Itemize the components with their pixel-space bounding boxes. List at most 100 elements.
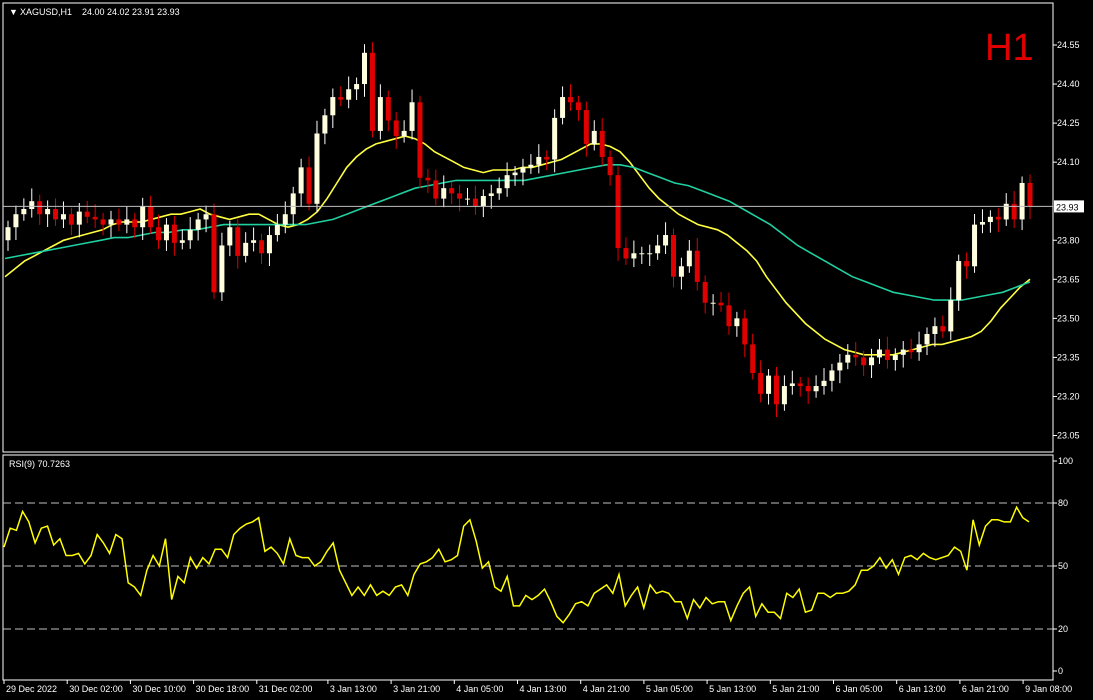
candle	[171, 216, 177, 256]
price-tick-label: 24.10	[1057, 157, 1080, 167]
candle-body	[29, 201, 35, 210]
candle	[5, 220, 11, 251]
candle-body	[108, 219, 114, 225]
candle-body	[821, 380, 827, 387]
candle-body	[60, 214, 66, 220]
candle-body	[472, 198, 478, 207]
candle-body	[583, 110, 589, 144]
candle-body	[686, 250, 692, 267]
candle	[227, 220, 233, 257]
ohlc-readout: 24.00 24.02 23.91 23.93	[82, 7, 180, 17]
candle-body	[132, 219, 138, 228]
rsi-panel	[3, 502, 1053, 630]
time-tick-label: 5 Jan 05:00	[646, 684, 693, 694]
candle-body	[512, 172, 518, 176]
candle	[211, 203, 217, 299]
candle	[797, 376, 803, 397]
candle-body	[829, 370, 835, 381]
candle-body	[203, 214, 209, 220]
candle-body	[567, 97, 573, 103]
candle-body	[37, 201, 43, 215]
candle	[599, 118, 605, 166]
candle-body	[972, 224, 978, 267]
candle-body	[750, 344, 756, 374]
candle-body	[766, 375, 772, 394]
price-tick-label: 23.20	[1057, 391, 1080, 401]
candle-body	[900, 349, 906, 355]
time-tick-label: 3 Jan 13:00	[330, 684, 377, 694]
candle	[480, 189, 486, 218]
candle-body	[932, 326, 938, 334]
candle-body	[298, 167, 304, 194]
candle-body	[322, 115, 328, 134]
candle-body	[362, 52, 368, 85]
price-tick-label: 23.05	[1057, 431, 1080, 441]
candle	[956, 254, 962, 311]
candle-body	[979, 222, 985, 225]
candle	[298, 158, 304, 207]
rsi-label: RSI(9) 70.7263	[9, 459, 70, 469]
candle-body	[393, 120, 399, 137]
candle-body	[124, 219, 130, 225]
candle-body	[45, 209, 51, 215]
candle	[266, 226, 272, 267]
candle	[306, 156, 312, 211]
candle-body	[449, 188, 455, 194]
candle-body	[647, 253, 653, 255]
time-tick-label: 5 Jan 21:00	[772, 684, 819, 694]
candle-body	[251, 240, 257, 243]
candle-body	[290, 193, 296, 215]
candle	[504, 162, 510, 197]
candle-body	[726, 305, 732, 327]
candle-body	[702, 281, 708, 303]
candle	[869, 348, 875, 378]
candle-body	[179, 240, 185, 243]
time-tick-label: 4 Jan 21:00	[583, 684, 630, 694]
candle-body	[710, 302, 716, 304]
candle	[544, 150, 550, 171]
time-tick-label: 31 Dec 02:00	[259, 684, 313, 694]
candle	[964, 252, 970, 280]
price-tick-label: 23.35	[1057, 352, 1080, 362]
candle	[924, 327, 930, 356]
candle-body	[544, 156, 550, 160]
candle	[710, 294, 716, 316]
candle-body	[457, 193, 463, 199]
candle	[377, 84, 383, 140]
axes: 23.93 24.55 24.40 24.25 24.10 23.80 23.65 23.50…	[3, 40, 1084, 694]
candle	[766, 369, 772, 405]
candle-body	[552, 117, 558, 160]
candle	[987, 210, 993, 233]
candle-body	[504, 175, 510, 189]
candle	[156, 214, 162, 249]
candle	[734, 311, 740, 337]
symbol-label: XAGUSD,H1	[20, 7, 72, 17]
candle-body	[528, 164, 534, 168]
candle-body	[401, 130, 407, 137]
candle-body	[354, 84, 360, 90]
candle	[259, 233, 265, 264]
candle	[718, 292, 724, 312]
candle	[346, 76, 352, 109]
candle	[37, 194, 43, 225]
candle	[536, 144, 542, 174]
rsi-tick-label: 0	[1058, 666, 1063, 676]
candle-body	[53, 209, 59, 220]
candle-body	[718, 302, 724, 306]
candle	[623, 237, 629, 265]
candle	[60, 201, 66, 229]
candle-body	[987, 216, 993, 223]
candle-body	[425, 177, 431, 181]
candle-body	[369, 52, 375, 131]
candle-body	[876, 349, 882, 358]
price-tick-label: 23.80	[1057, 235, 1080, 245]
candle	[789, 370, 795, 395]
candle-body	[560, 97, 566, 118]
candle-body	[156, 227, 162, 241]
candle	[567, 84, 573, 111]
candle-body	[663, 235, 669, 246]
candle-body	[282, 214, 288, 225]
header-dropdown-icon[interactable]: ▼	[9, 7, 18, 17]
candle	[100, 212, 106, 236]
candle-body	[773, 375, 779, 405]
